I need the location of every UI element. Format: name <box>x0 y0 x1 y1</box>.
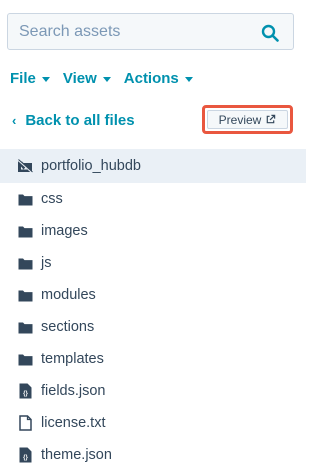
file-row-templates[interactable]: templates <box>0 343 306 375</box>
svg-text:{}: {} <box>23 391 28 397</box>
text-file-icon <box>17 415 33 431</box>
file-row-theme-json[interactable]: {} theme.json <box>0 439 306 471</box>
file-row-sections[interactable]: sections <box>0 311 306 343</box>
json-file-icon: {} <box>17 383 33 399</box>
json-file-icon: {} <box>17 447 33 463</box>
folder-icon <box>17 255 33 271</box>
search-input[interactable] <box>8 14 249 49</box>
folder-icon <box>17 287 33 303</box>
file-name: templates <box>41 351 104 367</box>
file-name: theme.json <box>41 447 112 463</box>
menu-bar: File View Actions <box>10 70 206 87</box>
file-manager-panel: File View Actions ‹ Back to all files Pr… <box>0 0 306 475</box>
file-menu-label: File <box>10 70 36 87</box>
file-row-license-txt[interactable]: license.txt <box>0 407 306 439</box>
file-name: sections <box>41 319 95 335</box>
folder-icon <box>17 319 33 335</box>
back-link-label: Back to all files <box>25 112 135 129</box>
svg-text:{}: {} <box>23 455 28 461</box>
file-name: license.txt <box>41 415 106 431</box>
caret-down-icon <box>102 77 111 82</box>
back-to-all-files-link[interactable]: ‹ Back to all files <box>12 112 135 129</box>
file-row-modules[interactable]: modules <box>0 279 306 311</box>
view-menu[interactable]: View <box>63 70 111 87</box>
file-row-css[interactable]: css <box>0 183 306 215</box>
file-list: portfolio_hubdb css images js modules se… <box>0 149 306 471</box>
file-row-fields-json[interactable]: {} fields.json <box>0 375 306 407</box>
file-row-portfolio-hubdb[interactable]: portfolio_hubdb <box>0 149 306 183</box>
preview-button-label: Preview <box>218 112 262 127</box>
file-name: js <box>41 255 52 271</box>
theme-icon <box>17 158 33 174</box>
file-name: portfolio_hubdb <box>41 158 141 174</box>
actions-menu[interactable]: Actions <box>124 70 193 87</box>
external-link-icon <box>267 114 276 124</box>
actions-menu-label: Actions <box>123 70 179 87</box>
file-name: modules <box>41 287 96 303</box>
file-row-js[interactable]: js <box>0 247 306 279</box>
folder-icon <box>17 223 33 239</box>
folder-icon <box>17 351 33 367</box>
file-name: css <box>41 191 63 207</box>
caret-down-icon <box>41 77 50 82</box>
caret-down-icon <box>184 77 193 82</box>
preview-button[interactable]: Preview <box>207 110 288 129</box>
folder-icon <box>17 191 33 207</box>
file-name: fields.json <box>41 383 106 399</box>
view-menu-label: View <box>62 70 97 87</box>
search-field[interactable] <box>7 13 294 50</box>
search-icon[interactable] <box>261 24 279 42</box>
file-name: images <box>41 223 88 239</box>
file-row-images[interactable]: images <box>0 215 306 247</box>
file-menu[interactable]: File <box>10 70 50 87</box>
chevron-left-icon: ‹ <box>12 113 17 128</box>
